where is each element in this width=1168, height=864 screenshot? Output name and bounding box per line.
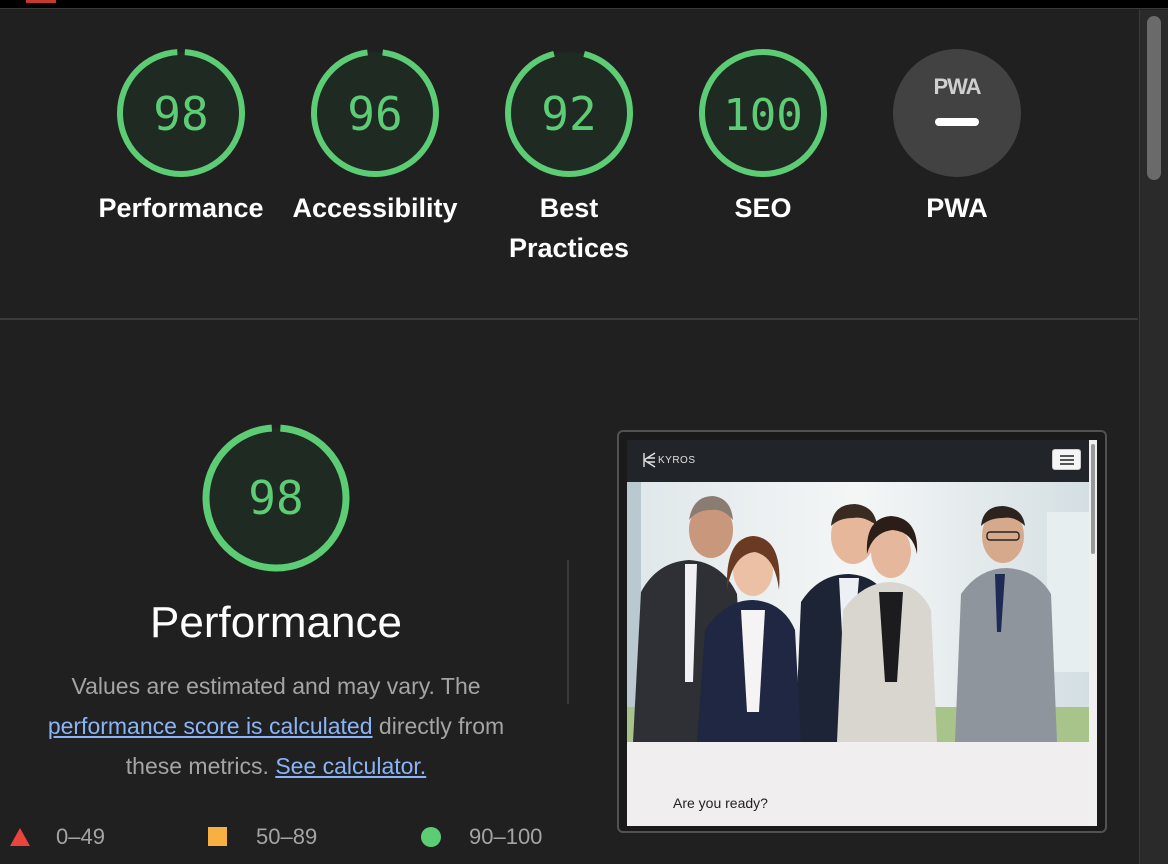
gauge-performance-ring: 98 <box>117 49 245 177</box>
active-tab-indicator[interactable] <box>26 0 56 3</box>
pwa-dash-icon <box>935 118 979 126</box>
gauge-seo[interactable]: 100 SEO <box>665 48 861 228</box>
performance-gauge-large: 98 <box>202 424 350 572</box>
gauge-accessibility-ring: 96 <box>311 49 439 177</box>
legend-pass-range: 90–100 <box>469 824 543 849</box>
page-scrollbar[interactable] <box>1139 10 1168 864</box>
gauge-performance[interactable]: 98 Performance <box>83 48 279 228</box>
gauge-accessibility-score: 96 <box>347 87 402 141</box>
legend-fail: 0–49 <box>10 822 130 852</box>
performance-title: Performance <box>150 598 402 647</box>
lighthouse-report: 98 Performance 96 Accessibility 92 Best … <box>0 0 1168 864</box>
gauge-pwa-label: PWA <box>926 193 988 223</box>
desc-text-1: Values are estimated and may vary. The <box>71 673 481 699</box>
preview-body: Are you ready? <box>627 742 1089 826</box>
see-calculator-link[interactable]: See calculator. <box>275 753 426 779</box>
preview-scroll-thumb <box>1091 444 1095 554</box>
legend-average: 50–89 <box>208 822 348 852</box>
team-photo-image <box>627 482 1089 742</box>
average-square-icon <box>208 827 227 846</box>
legend-pass: 90–100 <box>421 822 561 852</box>
legend-average-range: 50–89 <box>256 824 318 849</box>
preview-logo-text: KYROS <box>658 455 696 466</box>
gauge-accessibility-label: Accessibility <box>292 193 458 223</box>
fail-triangle-icon <box>10 828 30 846</box>
gauge-best-practices-score: 92 <box>541 87 596 141</box>
gauge-seo-ring: 100 <box>699 49 827 177</box>
gauge-best-practices[interactable]: 92 Best Practices <box>471 48 667 268</box>
pass-circle-icon <box>421 827 441 847</box>
gauge-seo-score: 100 <box>723 90 802 141</box>
gauge-seo-label: SEO <box>734 193 792 223</box>
gauge-pwa[interactable]: PWA PWA <box>859 48 1055 228</box>
gauge-best-practices-ring: 92 <box>505 49 633 177</box>
gauge-best-practices-label: Best Practices <box>508 193 630 263</box>
gauge-performance-score: 98 <box>153 87 208 141</box>
hamburger-menu-icon <box>1052 449 1081 470</box>
pwa-badge-icon: PWA <box>893 49 1021 177</box>
preview-scrollbar <box>1089 440 1097 826</box>
performance-description: Values are estimated and may vary. The p… <box>20 666 532 786</box>
section-divider <box>0 318 1138 320</box>
gauge-accessibility[interactable]: 96 Accessibility <box>277 48 473 228</box>
legend-fail-range: 0–49 <box>56 824 105 849</box>
vertical-divider <box>567 560 569 704</box>
performance-score-large: 98 <box>248 471 303 525</box>
page-scroll-thumb[interactable] <box>1147 16 1161 180</box>
final-screenshot-preview[interactable]: KYROS Are you ready? <box>617 430 1107 833</box>
performance-score-link[interactable]: performance score is calculated <box>48 713 373 739</box>
top-toolbar <box>0 0 1168 9</box>
pwa-badge-text: PWA <box>933 74 981 99</box>
preview-site-header: KYROS <box>627 440 1089 482</box>
gauge-performance-label: Performance <box>98 193 264 223</box>
kyros-logo-icon <box>643 452 656 468</box>
preview-body-text: Are you ready? <box>673 795 768 811</box>
